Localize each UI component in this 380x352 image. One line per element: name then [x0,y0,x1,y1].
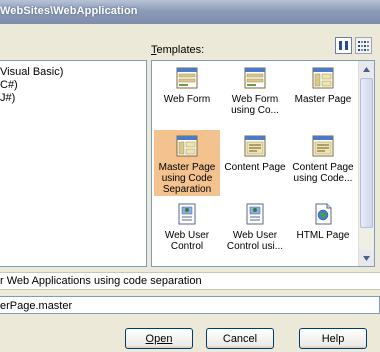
master-page-icon [176,135,198,157]
language-item-csharp[interactable]: C#) [0,79,18,91]
small-icons-view-button[interactable] [355,37,372,54]
template-web-user-control-code-sep[interactable]: Web User Control usi... [222,198,288,264]
language-item-jsharp[interactable]: J#) [0,92,15,104]
content-page-icon [244,135,266,157]
templates-grid: Web Form Web Form using Co... Master Pag… [152,61,359,266]
web-form-icon [244,67,266,89]
window-title: WebSites\WebApplication [0,5,138,17]
large-icons-view-button[interactable] [335,37,352,54]
template-html-page[interactable]: HTML Page [290,198,356,264]
open-button-label: Open [145,332,173,345]
template-label: Master Page using Code Separation [158,162,216,195]
templates-label: Templates: [151,44,205,56]
template-label: Web Form using Co... [231,94,279,116]
template-master-page[interactable]: Master Page [290,62,356,128]
template-label: Web User Control usi... [226,230,284,252]
html-page-icon [315,203,332,225]
template-label: HTML Page [296,230,350,241]
scroll-up-button[interactable] [359,61,374,77]
user-control-icon [246,203,264,225]
template-content-page[interactable]: Content Page [222,130,288,196]
cancel-button[interactable]: Cancel [206,328,274,349]
template-web-user-control[interactable]: Web User Control [154,198,220,264]
scroll-thumb[interactable] [360,78,373,228]
template-label: Content Page using Code... [292,162,354,184]
template-label: Master Page [294,94,352,105]
template-label: Web User Control [164,230,210,252]
templates-panel[interactable]: Web Form Web Form using Co... Master Pag… [151,60,375,267]
list-view-icon [358,41,369,51]
template-label: Web Form [163,94,211,105]
template-master-page-code-sep[interactable]: Master Page using Code Separation [154,130,220,196]
template-content-page-code-sep[interactable]: Content Page using Code... [290,130,356,196]
template-web-form[interactable]: Web Form [154,62,220,128]
large-icons-icon [339,41,348,50]
project-types-list[interactable]: Visual Basic) C#) J#) [0,60,147,267]
chevron-up-icon [363,66,370,72]
content-page-icon [312,135,334,157]
language-item-visual-basic[interactable]: Visual Basic) [0,66,63,78]
template-description: r Web Applications using code separation [0,272,380,290]
help-button[interactable]: Help [299,328,367,349]
templates-scrollbar[interactable] [358,61,374,266]
web-form-icon [176,67,198,89]
file-name-input[interactable] [0,296,380,314]
template-label: Content Page [224,162,286,173]
scroll-down-button[interactable] [359,250,374,266]
title-bar: WebSites\WebApplication [0,0,380,24]
chevron-down-icon [363,255,370,261]
template-web-form-code-sep[interactable]: Web Form using Co... [222,62,288,128]
user-control-icon [178,203,196,225]
master-page-icon [312,67,334,89]
open-button[interactable]: Open [125,328,193,349]
